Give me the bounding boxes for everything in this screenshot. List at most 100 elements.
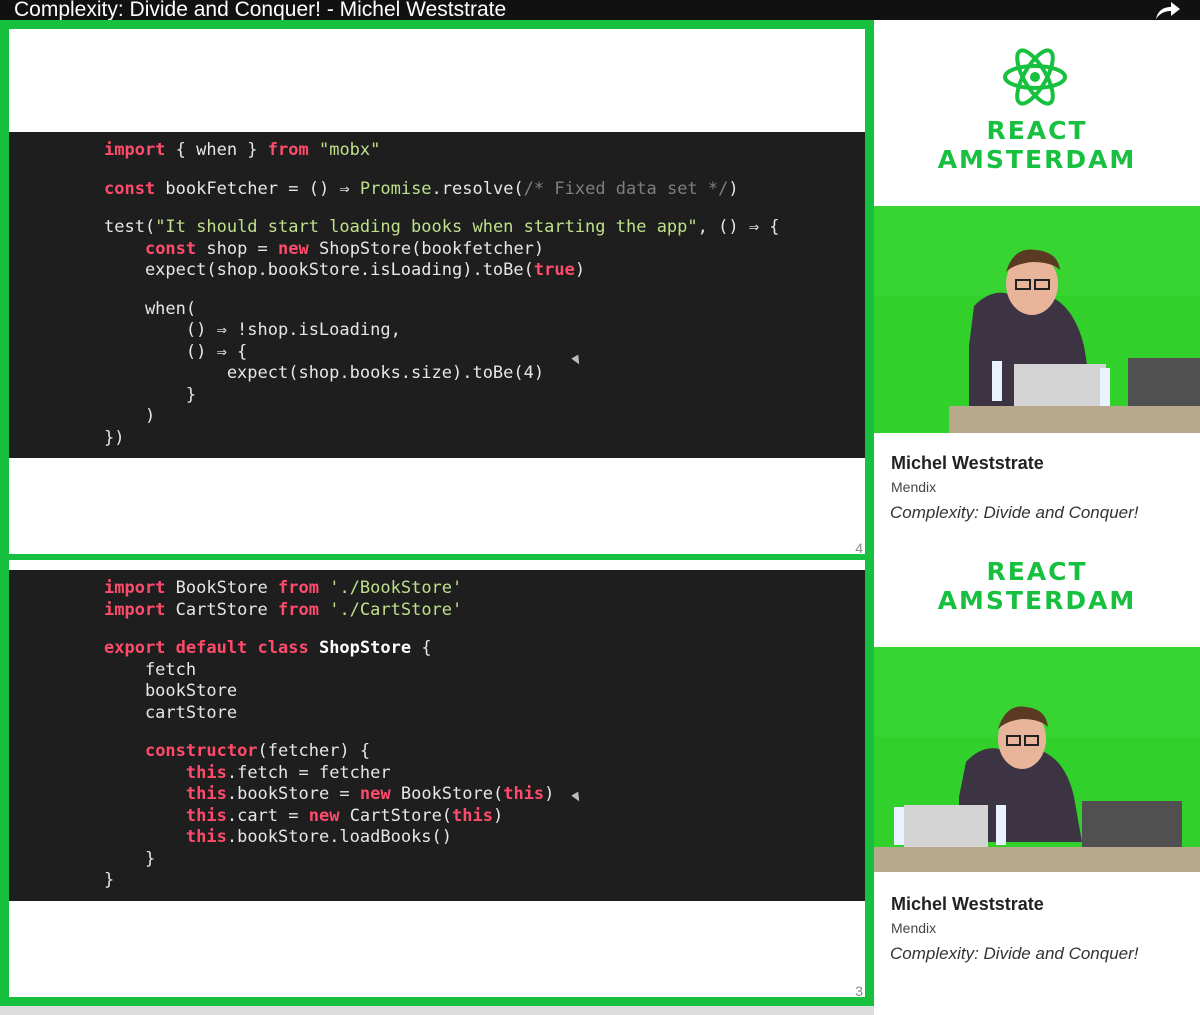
code-token: const <box>104 178 156 199</box>
code-token: ) <box>104 406 156 426</box>
code-line: this.fetch = fetcher <box>104 763 865 785</box>
code-token: } <box>104 870 115 890</box>
code-line: expect(shop.books.size).toBe(4) <box>104 363 865 385</box>
code-token: shop = <box>196 238 279 259</box>
code-line: this.cart = new CartStore(this) <box>104 806 865 828</box>
code-token: .fetch = fetcher <box>226 762 391 783</box>
code-token: new <box>359 784 391 804</box>
speaker-panel-bottom: REACT AMSTERDAM Michel Weststrate Mendix… <box>874 548 1200 1015</box>
code-token: cartStore <box>104 702 238 723</box>
code-token: BookStore( <box>390 784 504 804</box>
brand-react: REACT <box>986 557 1088 586</box>
speaker-name: Michel Weststrate <box>891 894 1044 914</box>
code-line: } <box>104 385 865 407</box>
code-token: from <box>267 140 309 160</box>
code-token: this <box>185 762 227 783</box>
code-line: test("It should start loading books when… <box>104 217 865 239</box>
code-block-shopstore: import BookStore from './BookStore' impor… <box>9 570 865 901</box>
code-line: () ⇒ { <box>104 342 865 364</box>
bottom-strip <box>0 1006 874 1015</box>
code-token: "mobx" <box>308 140 381 160</box>
slide-bottom: import BookStore from './BookStore' impor… <box>0 556 874 1006</box>
code-token: ) <box>493 805 504 826</box>
brand-amsterdam: AMSTERDAM <box>937 586 1137 615</box>
code-token: new <box>308 805 340 826</box>
slide-page-number: 4 <box>855 540 863 556</box>
talk-title: Complexity: Divide and Conquer! <box>890 944 1139 963</box>
code-token: const <box>144 238 197 259</box>
code-line: () ⇒ !shop.isLoading, <box>104 320 865 342</box>
code-line: constructor(fetcher) { <box>104 741 865 763</box>
code-token: bookFetcher = () ⇒ <box>155 178 360 199</box>
code-token: './CartStore' <box>318 599 463 620</box>
code-token: new <box>278 238 309 259</box>
brand-react: REACT <box>986 116 1088 145</box>
code-token: () ⇒ { <box>104 341 248 362</box>
code-token: from <box>278 599 319 620</box>
code-token: './BookStore' <box>318 578 463 598</box>
slide-top: import { when } from "mobx" const bookFet… <box>0 20 874 558</box>
code-token: } <box>104 848 156 869</box>
code-token: this <box>452 805 493 826</box>
code-token: ) <box>574 260 586 280</box>
code-token: }) <box>104 427 125 448</box>
code-token: "It should start loading books when star… <box>155 217 698 237</box>
code-token: this <box>503 784 545 804</box>
code-token: ) <box>544 784 555 804</box>
share-arrow-icon[interactable] <box>1152 0 1182 20</box>
code-token: import <box>104 578 166 598</box>
code-token: { <box>411 638 432 658</box>
speaker-video <box>874 206 1200 433</box>
code-line: this.bookStore.loadBooks() <box>104 827 865 849</box>
code-line: }) <box>104 428 865 450</box>
code-line: } <box>104 870 865 892</box>
code-token: fetch <box>104 659 197 680</box>
code-token: when( <box>104 298 197 319</box>
code-token: .resolve( <box>431 178 524 199</box>
code-token: import <box>104 140 166 160</box>
code-token: test( <box>104 217 156 237</box>
code-token: (fetcher) { <box>257 741 371 761</box>
talk-title: Complexity: Divide and Conquer! <box>890 503 1139 522</box>
code-token: /* Fixed data set */ <box>523 178 729 199</box>
brand-amsterdam: AMSTERDAM <box>937 145 1137 174</box>
speaker-company: Mendix <box>891 920 937 936</box>
code-token: this <box>185 805 227 826</box>
code-token: ShopStore <box>318 638 412 658</box>
code-token: expect(shop.bookStore.isLoading).toBe( <box>104 260 534 280</box>
code-token: , () ⇒ { <box>697 217 780 237</box>
code-token: import <box>104 599 166 620</box>
code-line: import BookStore from './BookStore' <box>104 578 865 600</box>
code-line: import { when } from "mobx" <box>104 140 865 162</box>
code-token: .bookStore.loadBooks() <box>226 827 453 847</box>
code-line: bookStore <box>104 681 865 703</box>
code-token: CartStore <box>165 599 279 620</box>
video-title[interactable]: Complexity: Divide and Conquer! - Michel… <box>14 0 506 22</box>
code-token: this <box>185 827 227 847</box>
video-title-bar: Complexity: Divide and Conquer! - Michel… <box>0 0 1200 22</box>
code-token: () ⇒ !shop.isLoading, <box>104 320 401 340</box>
code-token: ) <box>728 178 739 199</box>
code-line: const bookFetcher = () ⇒ Promise.resolve… <box>104 179 865 201</box>
code-line: this.bookStore = new BookStore(this) <box>104 784 865 806</box>
code-token: bookStore <box>104 681 238 701</box>
code-line: export default class ShopStore { <box>104 638 865 660</box>
speaker-company: Mendix <box>891 479 937 495</box>
code-token: this <box>185 784 227 804</box>
code-token: BookStore <box>165 578 279 598</box>
code-token: .bookStore = <box>226 784 360 804</box>
code-token: Promise <box>359 178 432 199</box>
code-token: expect(shop.books.size).toBe(4) <box>104 363 545 383</box>
code-token: } <box>104 384 197 405</box>
code-line: expect(shop.bookStore.isLoading).toBe(tr… <box>104 260 865 282</box>
code-line: } <box>104 849 865 871</box>
code-line: import CartStore from './CartStore' <box>104 600 865 622</box>
code-line: ) <box>104 406 865 428</box>
